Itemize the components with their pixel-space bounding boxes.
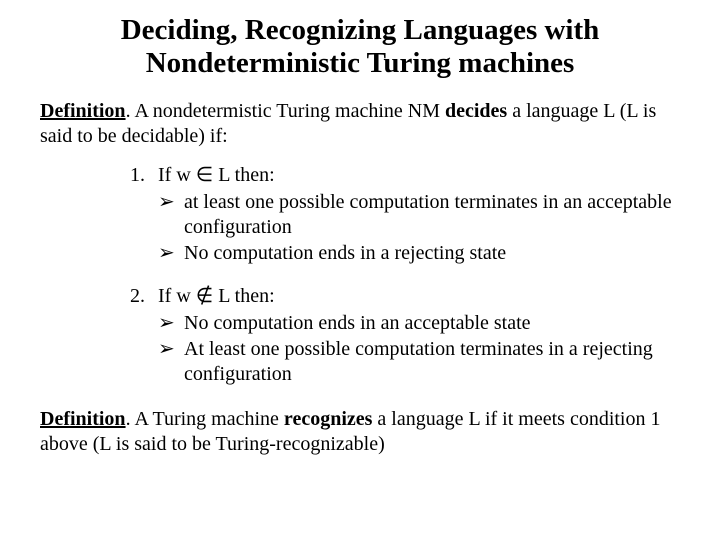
numbered-list: 1. If w ∈ L then: ➢ at least one possibl… <box>130 163 680 387</box>
list-item: 2. If w ∉ L then: ➢ No computation ends … <box>130 284 680 387</box>
item-condition: If w ∈ L then: <box>158 163 680 188</box>
sub-text: No computation ends in an acceptable sta… <box>184 311 680 336</box>
sub-text: No computation ends in a rejecting state <box>184 241 680 266</box>
item-number: 2. <box>130 284 158 309</box>
slide-title: Deciding, Recognizing Languages with Non… <box>40 14 680 81</box>
definition-recognizes: Definition. A Turing machine recognizes … <box>40 407 680 457</box>
definition-bold: recognizes <box>284 408 373 430</box>
item-condition: If w ∉ L then: <box>158 284 680 309</box>
sub-list: ➢ No computation ends in an acceptable s… <box>158 311 680 387</box>
sub-item: ➢ No computation ends in a rejecting sta… <box>158 241 680 266</box>
sub-text: At least one possible computation termin… <box>184 337 680 387</box>
sub-item: ➢ No computation ends in an acceptable s… <box>158 311 680 336</box>
sub-list: ➢ at least one possible computation term… <box>158 190 680 266</box>
definition-label: Definition <box>40 408 126 430</box>
element-of-icon: ∈ <box>196 164 213 186</box>
definition-text-a: . A Turing machine <box>126 408 284 430</box>
not-element-of-icon: ∉ <box>196 285 213 307</box>
sub-item: ➢ at least one possible computation term… <box>158 190 680 240</box>
definition-text-a: . A nondetermistic Turing machine NM <box>126 100 445 122</box>
bullet-arrow-icon: ➢ <box>158 241 184 266</box>
bullet-arrow-icon: ➢ <box>158 190 184 240</box>
sub-item: ➢ At least one possible computation term… <box>158 337 680 387</box>
definition-decides: Definition. A nondetermistic Turing mach… <box>40 99 680 149</box>
definition-label: Definition <box>40 100 126 122</box>
slide: Deciding, Recognizing Languages with Non… <box>0 0 720 491</box>
bullet-arrow-icon: ➢ <box>158 311 184 336</box>
list-item: 1. If w ∈ L then: ➢ at least one possibl… <box>130 163 680 266</box>
sub-text: at least one possible computation termin… <box>184 190 680 240</box>
bullet-arrow-icon: ➢ <box>158 337 184 387</box>
definition-bold: decides <box>445 100 507 122</box>
item-number: 1. <box>130 163 158 188</box>
